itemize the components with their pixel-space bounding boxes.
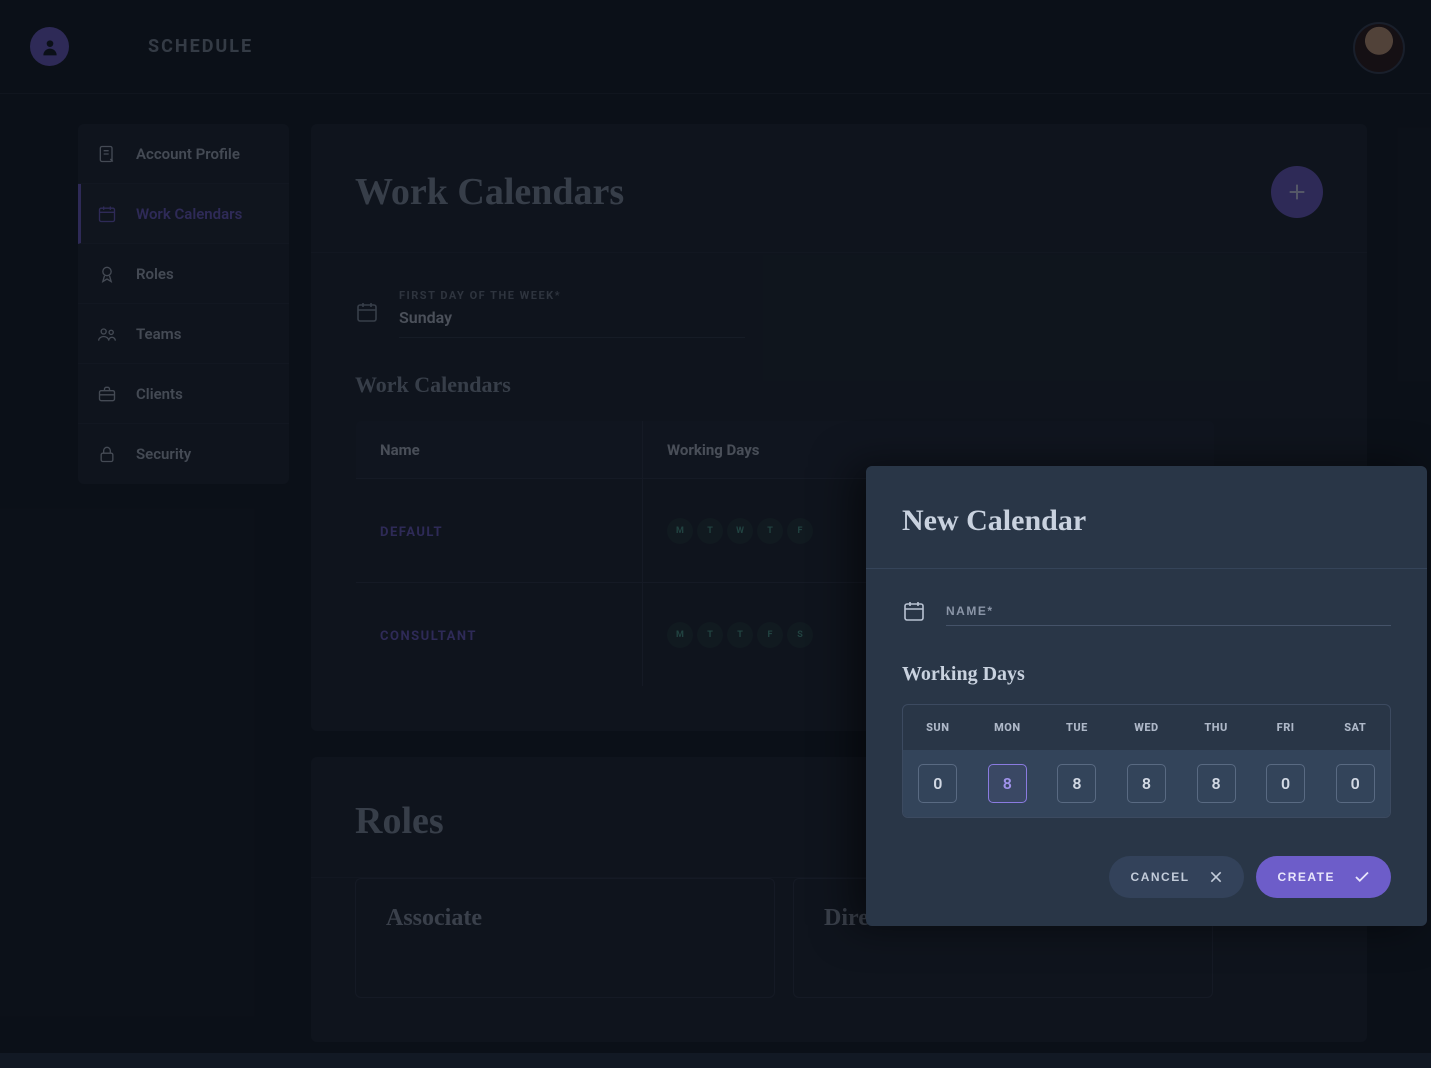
day-header: TUE	[1042, 721, 1112, 734]
close-icon	[1208, 869, 1224, 885]
working-days-box: SUN MON TUE WED THU FRI SAT 0 8 8 8 8 0 …	[902, 704, 1391, 818]
day-header: SAT	[1320, 721, 1390, 734]
cancel-label: CANCEL	[1131, 870, 1190, 884]
day-header: MON	[973, 721, 1043, 734]
cancel-button[interactable]: CANCEL	[1109, 856, 1244, 898]
day-header: SUN	[903, 721, 973, 734]
working-days-title: Working Days	[902, 663, 1391, 686]
day-header: FRI	[1251, 721, 1321, 734]
hours-sun[interactable]: 0	[918, 764, 957, 803]
hours-mon[interactable]: 8	[988, 764, 1027, 803]
hours-thu[interactable]: 8	[1197, 764, 1236, 803]
day-header: WED	[1112, 721, 1182, 734]
create-label: CREATE	[1278, 870, 1335, 884]
hours-fri[interactable]: 0	[1266, 764, 1305, 803]
calendar-name-input[interactable]	[946, 604, 1391, 618]
hours-wed[interactable]: 8	[1127, 764, 1166, 803]
hours-tue[interactable]: 8	[1057, 764, 1096, 803]
hours-sat[interactable]: 0	[1336, 764, 1375, 803]
new-calendar-drawer: New Calendar Working Days SUN MON TUE WE…	[866, 466, 1427, 926]
drawer-title: New Calendar	[902, 504, 1391, 538]
check-icon	[1353, 868, 1371, 886]
create-button[interactable]: CREATE	[1256, 856, 1391, 898]
day-header: THU	[1181, 721, 1251, 734]
calendar-icon	[902, 599, 926, 627]
